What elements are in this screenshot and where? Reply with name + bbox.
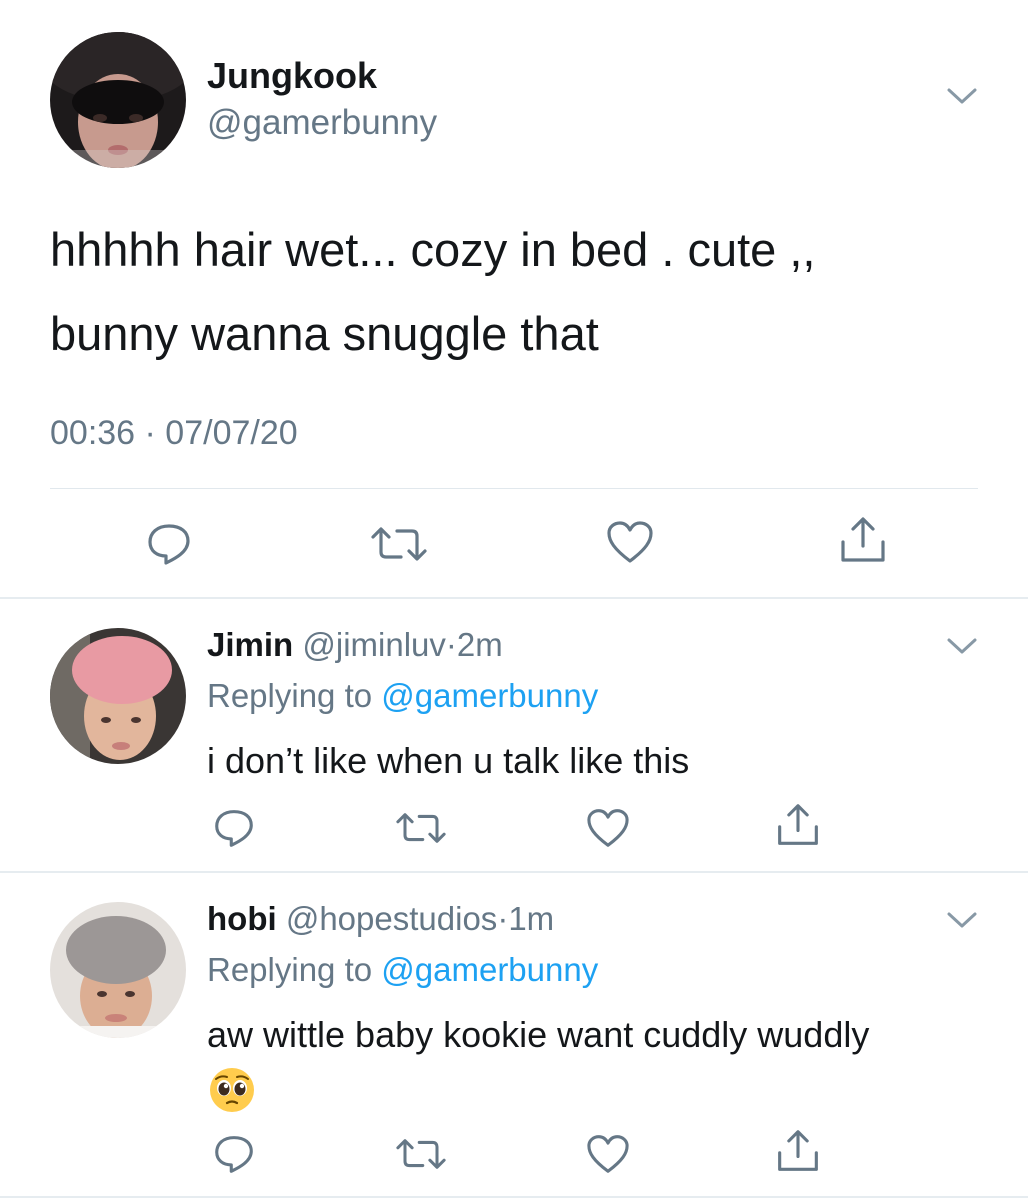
reply-time[interactable]: 2m xyxy=(457,626,503,663)
avatar-photo xyxy=(50,902,186,1038)
reply-header: Jimin @jiminluv·2m xyxy=(207,626,503,664)
chevron-down-icon[interactable] xyxy=(946,86,978,106)
reply-text: i don’t like when u talk like this xyxy=(207,740,690,781)
replying-to-label: Replying to xyxy=(207,677,382,714)
separator-dot: · xyxy=(497,900,509,937)
author-avatar[interactable] xyxy=(50,32,186,168)
reply-header: hobi @hopestudios·1m xyxy=(207,900,554,938)
reply-avatar[interactable] xyxy=(50,628,186,764)
divider xyxy=(0,1196,1028,1198)
like-icon[interactable] xyxy=(586,1134,630,1174)
tweet-timestamp[interactable]: 00:36 · 07/07/20 xyxy=(50,414,298,453)
replying-to-mention[interactable]: @gamerbunny xyxy=(381,951,598,988)
divider xyxy=(50,488,978,489)
retweet-icon[interactable] xyxy=(371,526,427,562)
divider xyxy=(0,871,1028,873)
replying-to-mention[interactable]: @gamerbunny xyxy=(381,677,598,714)
share-icon[interactable] xyxy=(839,516,887,564)
reply-author-name[interactable]: Jimin xyxy=(207,626,293,663)
retweet-icon[interactable] xyxy=(396,1138,446,1170)
reply-avatar[interactable] xyxy=(50,902,186,1038)
tweet-text: hhhhh hair wet... cozy in bed . cute ,, … xyxy=(50,208,980,376)
like-icon[interactable] xyxy=(606,520,654,564)
reply-author-handle[interactable]: @hopestudios xyxy=(286,900,497,937)
reply-author-name[interactable]: hobi xyxy=(207,900,277,937)
chevron-down-icon[interactable] xyxy=(946,636,978,656)
reply-icon[interactable] xyxy=(146,522,192,566)
author-name[interactable]: Jungkook xyxy=(207,55,377,97)
reply-time[interactable]: 1m xyxy=(508,900,554,937)
reply-icon[interactable] xyxy=(213,808,255,848)
tweet-text-line: hhhhh hair wet... cozy in bed . cute ,, xyxy=(50,223,816,276)
chevron-down-icon[interactable] xyxy=(946,910,978,930)
reply-icon[interactable] xyxy=(213,1134,255,1174)
share-icon[interactable] xyxy=(776,803,820,847)
retweet-icon[interactable] xyxy=(396,812,446,844)
tweet-text-line: bunny wanna snuggle that xyxy=(50,307,599,360)
like-icon[interactable] xyxy=(586,808,630,848)
avatar-photo xyxy=(50,32,186,168)
replying-to: Replying to @gamerbunny xyxy=(207,951,598,989)
avatar-photo xyxy=(50,628,186,764)
pleading-face-emoji xyxy=(208,1066,256,1119)
replying-to: Replying to @gamerbunny xyxy=(207,677,598,715)
separator-dot: · xyxy=(445,626,457,663)
replying-to-label: Replying to xyxy=(207,951,382,988)
reply-text: aw wittle baby kookie want cuddly wuddly xyxy=(207,1014,870,1055)
author-handle[interactable]: @gamerbunny xyxy=(207,103,437,143)
share-icon[interactable] xyxy=(776,1129,820,1173)
reply-author-handle[interactable]: @jiminluv xyxy=(302,626,446,663)
divider xyxy=(0,597,1028,599)
